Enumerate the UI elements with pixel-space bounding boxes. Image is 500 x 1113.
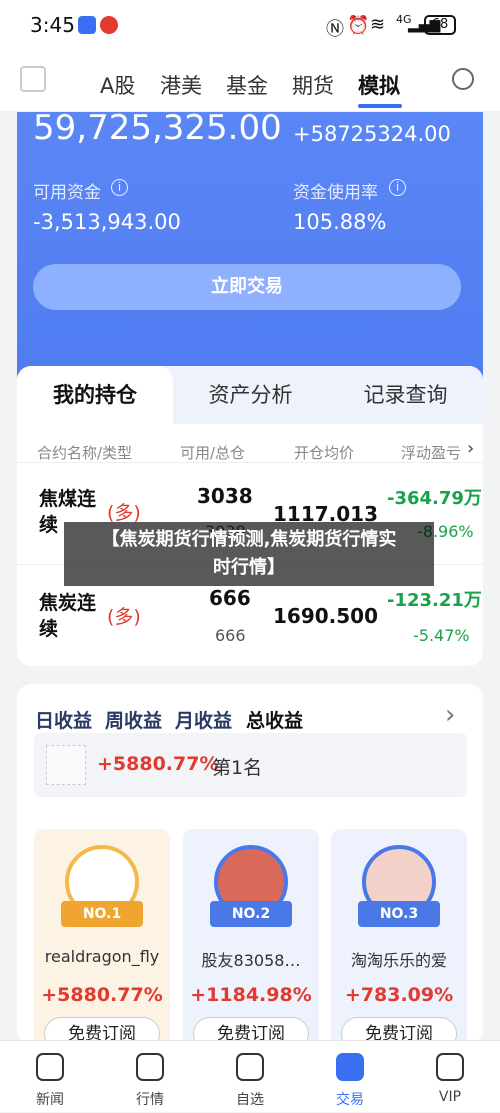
trade-now-button[interactable]: 立即交易 — [33, 264, 461, 310]
nfc-icon: Ⓝ — [326, 19, 344, 40]
menu-icon[interactable] — [20, 66, 46, 92]
tab-asset-analysis[interactable]: 资产分析 — [173, 366, 328, 424]
rank-card-3[interactable]: NO.3 淘淘乐乐的爱 +783.09% 免费订阅 — [331, 829, 467, 1051]
divider — [17, 462, 483, 463]
holdings-card: 我的持仓 资产分析 记录查询 合约名称/类型 可用/总仓 开仓均价 浮动盈亏 ›… — [17, 366, 483, 666]
direction-tag: (多) — [107, 502, 141, 524]
nav-news[interactable]: 新闻 — [0, 1041, 100, 1113]
tab-hk-us[interactable]: 港美 — [160, 70, 202, 100]
tab-simulation[interactable]: 模拟 — [358, 70, 400, 100]
rank-badge: NO.2 — [210, 901, 292, 927]
user-name: realdragon_fly — [44, 947, 160, 966]
overlay-line-1: 【焦炭期货行情预测,焦炭期货行情实 — [101, 529, 397, 550]
total-qty: 666 — [215, 626, 246, 645]
period-week[interactable]: 周收益 — [105, 706, 162, 733]
wifi-icon: ≋ — [370, 14, 386, 35]
user-return: +783.09% — [344, 984, 454, 1006]
chevron-right-icon[interactable]: › — [445, 700, 455, 730]
period-total[interactable]: 总收益 — [246, 706, 303, 733]
nav-watchlist[interactable]: 自选 — [200, 1041, 300, 1113]
col-contract: 合约名称/类型 — [37, 444, 133, 462]
plus-icon — [236, 1053, 264, 1081]
app-notification-icon — [78, 16, 96, 34]
col-avg-price: 开仓均价 — [294, 444, 355, 462]
alarm-icon: ⏰ — [347, 15, 370, 36]
contract-name-2: 续 — [39, 514, 59, 536]
battery-icon: 68 — [424, 15, 456, 35]
contract-name: 焦煤连 — [39, 488, 97, 510]
tab-funds[interactable]: 基金 — [226, 70, 268, 100]
nav-label: 自选 — [236, 1092, 264, 1108]
user-name: 股友83058… — [201, 951, 301, 970]
available-qty: 3038 — [197, 484, 253, 508]
rank-badge: NO.1 — [61, 901, 143, 927]
tab-a-shares[interactable]: A股 — [100, 70, 135, 100]
holdings-tabs: 我的持仓 资产分析 记录查询 — [17, 366, 483, 424]
col-position: 可用/总仓 — [180, 444, 246, 462]
direction-tag: (多) — [107, 606, 141, 628]
usage-label: 资金使用率 — [293, 183, 378, 203]
tab-my-positions[interactable]: 我的持仓 — [17, 366, 173, 424]
nav-market[interactable]: 行情 — [100, 1041, 200, 1113]
info-icon[interactable]: i — [111, 179, 128, 196]
total-assets: 59,725,325.00 — [33, 108, 282, 148]
top-rank: 第1名 — [212, 757, 263, 779]
ranking-card: 日收益 周收益 月收益 总收益 › +5880.77% 第1名 NO.1 rea… — [17, 684, 483, 1051]
tab-records[interactable]: 记录查询 — [328, 366, 483, 424]
chart-icon — [136, 1053, 164, 1081]
nav-vip[interactable]: VIP — [400, 1041, 500, 1113]
total-change: +58725324.00 — [293, 122, 451, 146]
user-name: 淘淘乐乐的爱 — [350, 951, 447, 970]
contract-name-2: 续 — [39, 618, 59, 640]
top-nav: A股 港美 基金 期货 模拟 — [0, 52, 500, 112]
nav-label: 新闻 — [36, 1092, 64, 1108]
user-return: +1184.98% — [190, 984, 312, 1006]
news-icon — [36, 1053, 64, 1081]
status-bar: 3:45 Ⓝ ⏰ ≋ 4G ▂▄▆ 68 — [0, 0, 500, 52]
tab-futures[interactable]: 期货 — [292, 70, 334, 100]
period-day[interactable]: 日收益 — [35, 706, 92, 733]
pnl-value: -364.79万 — [387, 488, 482, 509]
usage-value: 105.88% — [293, 210, 387, 234]
active-tab-indicator — [358, 104, 402, 108]
period-month[interactable]: 月收益 — [175, 706, 232, 733]
top-performer-bar[interactable]: +5880.77% 第1名 — [34, 733, 467, 797]
rank-badge: NO.3 — [358, 901, 440, 927]
rank-card-1[interactable]: NO.1 realdragon_fly +5880.77% 免费订阅 — [34, 829, 170, 1051]
avatar — [46, 745, 86, 785]
status-time: 3:45 — [30, 13, 75, 37]
col-pnl: 浮动盈亏 — [401, 444, 462, 462]
avg-price: 1690.500 — [273, 604, 379, 628]
app-notification-icon-2 — [100, 16, 118, 34]
vip-icon — [436, 1053, 464, 1081]
user-return: +5880.77% — [41, 984, 163, 1006]
overlay-line-2: 时行情】 — [213, 557, 285, 578]
contract-name: 焦炭连 — [39, 592, 97, 614]
chevron-right-icon[interactable]: › — [467, 438, 474, 459]
overlay-caption: 【焦炭期货行情预测,焦炭期货行情实 时行情】 — [64, 522, 434, 586]
bottom-nav: 新闻 行情 自选 交易 VIP — [0, 1040, 500, 1112]
nav-label: 交易 — [336, 1092, 364, 1108]
pnl-value: -123.21万 — [387, 590, 482, 611]
search-icon[interactable] — [452, 68, 474, 90]
pnl-percent: -5.47% — [413, 626, 470, 645]
nav-trade[interactable]: 交易 — [300, 1041, 400, 1113]
nav-label: VIP — [438, 1089, 462, 1105]
available-qty: 666 — [209, 586, 251, 610]
info-icon[interactable]: i — [389, 179, 406, 196]
exchange-icon — [336, 1053, 364, 1081]
top-pct: +5880.77% — [97, 753, 219, 775]
available-label: 可用资金 — [33, 183, 101, 203]
nav-label: 行情 — [136, 1092, 164, 1108]
available-value: -3,513,943.00 — [33, 210, 181, 234]
rank-card-2[interactable]: NO.2 股友83058… +1184.98% 免费订阅 — [183, 829, 319, 1051]
